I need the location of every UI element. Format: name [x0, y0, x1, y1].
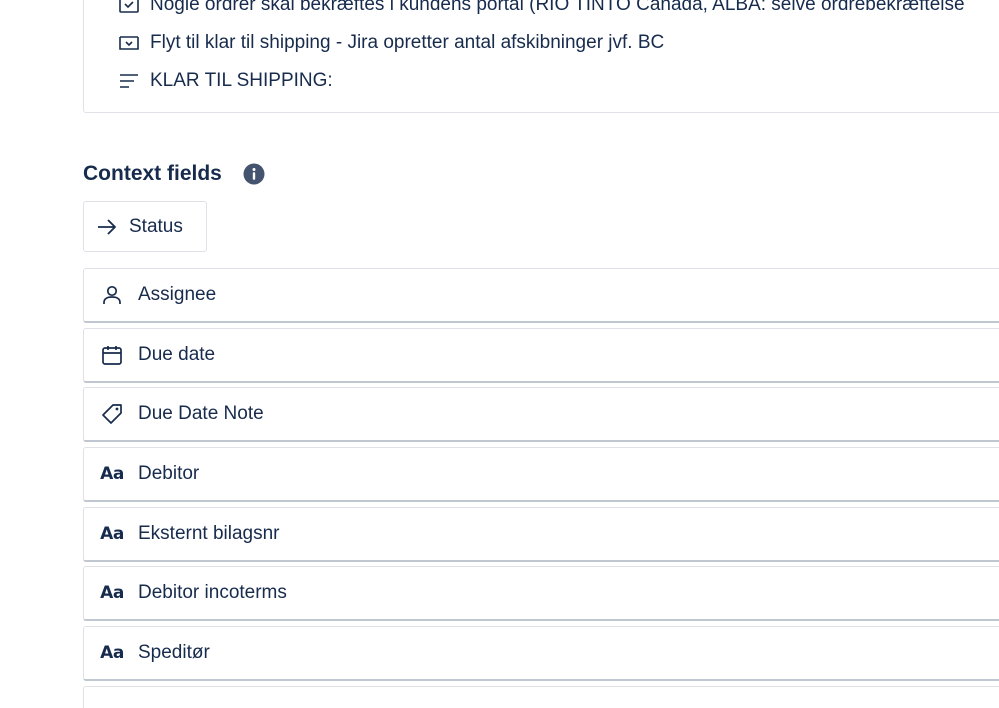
arrow-right-icon: [96, 217, 118, 237]
checklist-icon: [118, 33, 140, 53]
field-label: Due Date Note: [138, 403, 264, 424]
field-row-debitor[interactable]: Aa Debitor: [83, 447, 999, 502]
list-item-text: Flyt til klar til shipping - Jira oprett…: [150, 32, 665, 53]
status-button[interactable]: Status: [83, 201, 207, 252]
description-panel: Nogle ordrer skal bekræftes i kundens po…: [83, 0, 999, 113]
section-title: Context fields: [83, 162, 222, 185]
text-lines-icon: [118, 71, 140, 91]
text-field-icon: Aa: [100, 464, 124, 484]
field-label: Debitor incoterms: [138, 582, 287, 603]
calendar-icon: [100, 343, 124, 367]
field-label: Eksternt bilagsnr: [138, 523, 280, 544]
field-row-eksternt-bilagsnr[interactable]: Aa Eksternt bilagsnr: [83, 507, 999, 562]
text-field-icon: Aa: [100, 583, 124, 603]
tag-icon: [100, 402, 124, 426]
field-row-assignee[interactable]: Assignee: [83, 268, 999, 323]
list-item: Nogle ordrer skal bekræftes i kundens po…: [118, 0, 965, 18]
page: Nogle ordrer skal bekræftes i kundens po…: [0, 0, 999, 708]
field-row-debitor-incoterms[interactable]: Aa Debitor incoterms: [83, 566, 999, 621]
field-row-speditor[interactable]: Aa Speditør: [83, 626, 999, 681]
person-icon: [100, 283, 124, 307]
field-label: Speditør: [138, 642, 210, 663]
checklist-icon: [118, 0, 140, 15]
info-icon[interactable]: [243, 163, 265, 185]
list-item-text: Nogle ordrer skal bekræftes i kundens po…: [150, 0, 965, 15]
status-button-label: Status: [129, 215, 183, 237]
field-label: Assignee: [138, 284, 217, 305]
list-item: KLAR TIL SHIPPING:: [118, 68, 333, 94]
field-row-due-date[interactable]: Due date: [83, 328, 999, 383]
text-field-icon: Aa: [100, 643, 124, 663]
field-row-partial[interactable]: [83, 686, 999, 708]
context-fields-heading: Context fields: [83, 158, 265, 190]
list-item-text: KLAR TIL SHIPPING:: [150, 70, 333, 91]
field-label: Debitor: [138, 463, 200, 484]
field-label: Due date: [138, 344, 216, 365]
text-field-icon: Aa: [100, 524, 124, 544]
field-row-due-date-note[interactable]: Due Date Note: [83, 387, 999, 442]
list-item: Flyt til klar til shipping - Jira oprett…: [118, 30, 664, 56]
